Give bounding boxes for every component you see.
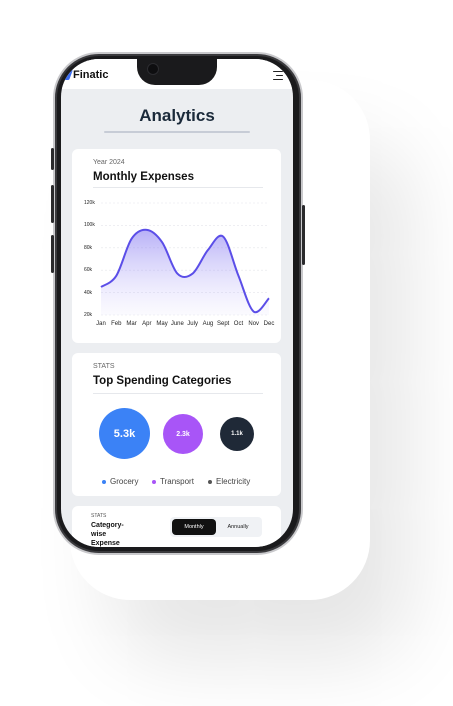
- top-spending-card: STATS Top Spending Categories 5.3k 2.3k …: [72, 353, 281, 496]
- card-subtitle: STATS: [91, 513, 107, 519]
- card-title: Category-wise Expense: [91, 522, 124, 547]
- monthly-button[interactable]: Monthly: [172, 519, 216, 535]
- area-fill: [101, 229, 269, 315]
- volume-down-button: [51, 235, 54, 273]
- legend-dot: [152, 479, 156, 484]
- notch: [137, 59, 217, 85]
- legend-transport: Transport: [152, 477, 194, 486]
- monthly-expenses-chart: [100, 202, 270, 316]
- logo-mark-icon: [64, 70, 73, 80]
- card-divider: [93, 393, 263, 394]
- title-underline: [104, 131, 250, 133]
- grocery-bubble[interactable]: 5.3k: [99, 408, 150, 459]
- power-button: [302, 205, 305, 265]
- legend-dot: [102, 479, 106, 484]
- legend-label: Electricity: [216, 477, 251, 486]
- legend-electricity: Electricity: [208, 477, 250, 486]
- transport-bubble[interactable]: 2.3k: [163, 414, 203, 454]
- card-subtitle: STATS: [93, 363, 115, 370]
- hamburger-menu-icon[interactable]: [273, 71, 283, 81]
- monthly-expenses-card: Year 2024 Monthly Expenses 120k 100k 80k 60…: [72, 149, 281, 343]
- x-tick-label: Dec: [263, 321, 275, 327]
- legend-label: Grocery: [110, 477, 139, 486]
- camera-icon: [147, 63, 159, 75]
- volume-up-button: [51, 185, 54, 223]
- legend-dot: [208, 479, 212, 484]
- period-toggle: Monthly Annually: [170, 517, 262, 537]
- legend-grocery: Grocery: [102, 477, 138, 486]
- phone-screen: Finatic Analytics Year 2024 Monthly Expe…: [61, 59, 293, 547]
- legend-label: Transport: [160, 477, 194, 486]
- brand-name[interactable]: Finatic: [73, 69, 108, 81]
- mute-switch: [51, 148, 54, 170]
- page-title: Analytics: [139, 106, 215, 125]
- card-title: Top Spending Categories: [93, 375, 232, 387]
- annually-button[interactable]: Annually: [216, 519, 260, 535]
- electricity-bubble[interactable]: 1.1k: [220, 417, 254, 451]
